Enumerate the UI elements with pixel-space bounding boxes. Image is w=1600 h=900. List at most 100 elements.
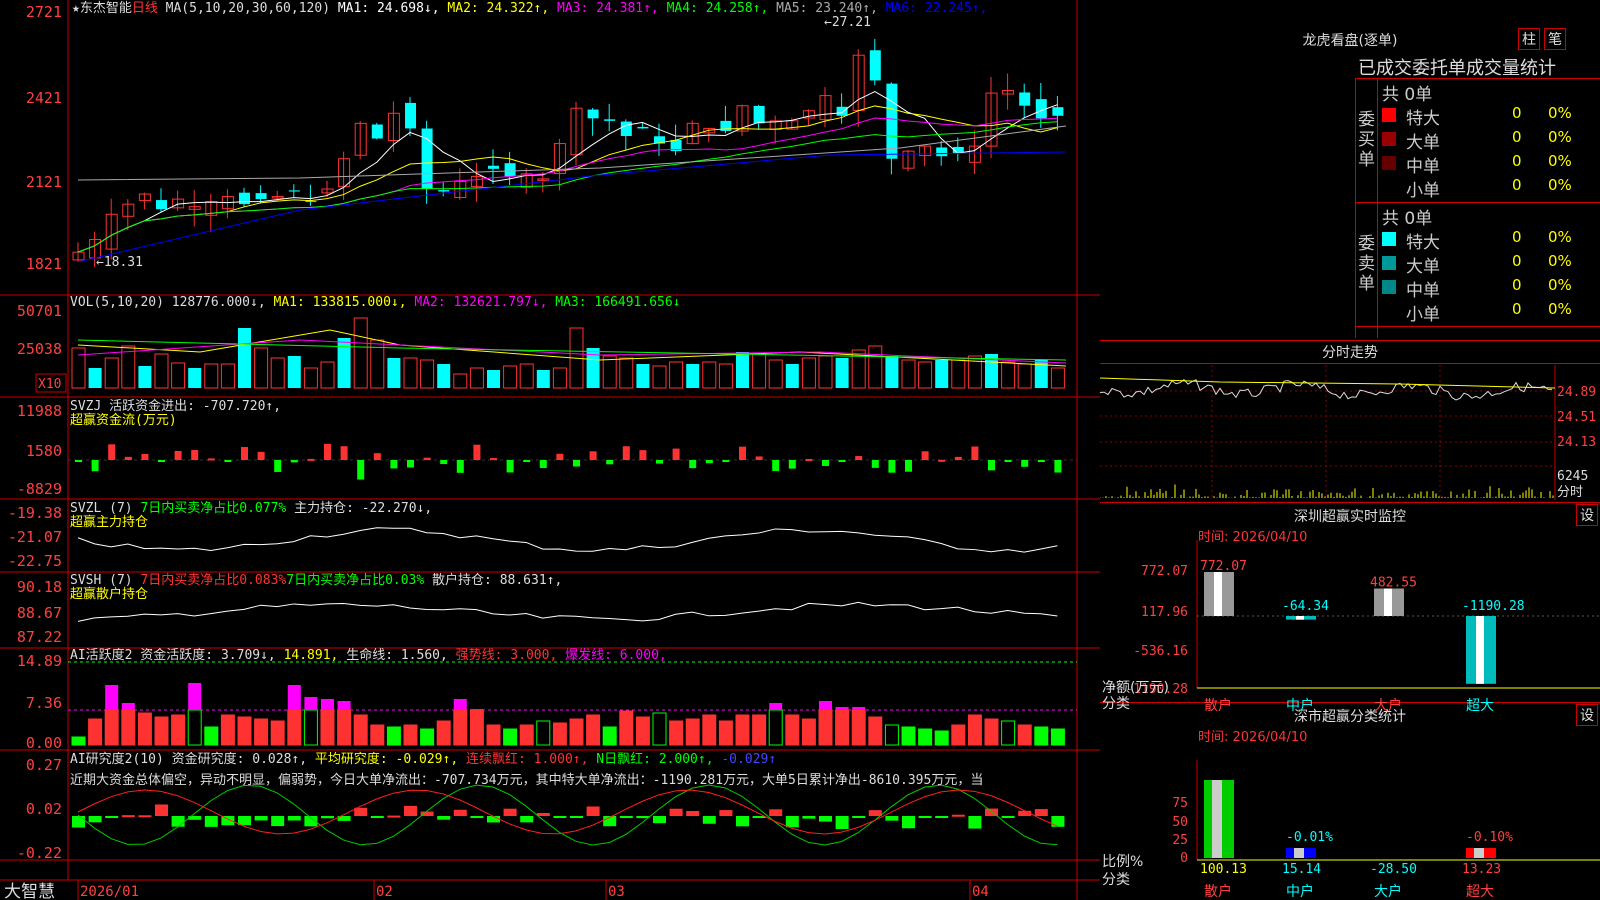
- buy-row-pct: 0%: [1548, 152, 1572, 170]
- price-axis-label: 1821: [26, 255, 62, 273]
- flow-bar: [191, 450, 199, 460]
- activity-bar: [918, 728, 933, 746]
- classify-settings-button[interactable]: 设: [1576, 704, 1598, 726]
- vol-bar-up: [453, 373, 468, 389]
- activity-bar: [735, 714, 750, 746]
- activity-bar-top: [470, 709, 484, 710]
- vol-bar-down: [487, 370, 500, 388]
- buy-swatch: [1382, 132, 1396, 146]
- activity-bar: [934, 730, 949, 746]
- activity-bar-top: [819, 701, 832, 710]
- activity-bar: [71, 736, 86, 746]
- vol-bar-down: [636, 364, 650, 388]
- flow-bar: [1021, 460, 1029, 467]
- monitor-time: 时间: 2026/04/10: [1198, 530, 1308, 545]
- research-bar: [669, 808, 683, 816]
- vol-bar-up: [154, 353, 169, 389]
- classify-bar-value: 100.13: [1200, 862, 1247, 877]
- svzl-axis-label: -19.38: [8, 504, 62, 522]
- tick-mode-button[interactable]: 笔: [1544, 28, 1566, 50]
- activity-bar: [453, 709, 468, 746]
- vol-bar-up: [270, 357, 285, 389]
- vol-bar-up: [669, 361, 684, 389]
- activity-bar-top: [769, 703, 783, 710]
- vol-bar-up: [1017, 363, 1032, 389]
- activity-bar: [586, 714, 601, 746]
- bar-mode-button[interactable]: 柱: [1518, 28, 1540, 50]
- sell-row-label: 中单: [1406, 281, 1440, 301]
- flow-bar: [954, 456, 962, 460]
- app-logo: 大智慧: [4, 882, 55, 900]
- classify-bar-value: 13.23: [1462, 862, 1501, 877]
- vol-axis-label: 50701: [17, 302, 62, 320]
- classify-bar: [1286, 848, 1316, 858]
- activity-bar: [303, 709, 318, 746]
- vol-bar-up: [619, 357, 634, 389]
- research-bar: [155, 804, 168, 816]
- research-bar: [868, 810, 882, 816]
- vol-bar-down: [188, 368, 202, 388]
- candle-down: [156, 200, 167, 210]
- monitor-settings-button[interactable]: 设: [1576, 504, 1598, 526]
- flow-bar: [689, 460, 697, 469]
- activity-bar: [353, 714, 368, 746]
- vol-bar-down: [736, 352, 749, 388]
- sell-row-label: 小单: [1406, 305, 1440, 325]
- research-bar: [719, 810, 733, 816]
- activity-bar: [420, 728, 435, 746]
- flow-bar: [639, 450, 647, 460]
- monitor-bar-value: -64.34: [1282, 599, 1329, 614]
- vol-ma: [77, 329, 1067, 367]
- candle-down: [604, 119, 616, 121]
- vol-bar-up: [602, 355, 617, 389]
- activity-bar: [552, 722, 567, 746]
- research-bar: [287, 816, 301, 821]
- activity-bar: [1050, 728, 1065, 746]
- monitor-bar-value: -1190.28: [1462, 599, 1525, 614]
- vol-bar-down: [337, 338, 351, 388]
- research-bar: [470, 816, 484, 818]
- buy-row-label: 小单: [1406, 181, 1440, 201]
- vol-bar-up: [1001, 361, 1016, 389]
- flow-bar: [108, 444, 116, 460]
- research-bar: [437, 816, 451, 820]
- flow-bar: [324, 443, 331, 460]
- activity-bar: [287, 709, 302, 746]
- vol-bar-up: [702, 361, 717, 389]
- flow-bar: [75, 460, 82, 462]
- sell-row-label: 特大: [1406, 233, 1440, 253]
- buy-row-count: 0: [1512, 104, 1522, 122]
- activity-bar: [967, 714, 982, 746]
- monitor-bar-hl: [1296, 616, 1304, 620]
- activity-bar: [121, 709, 136, 746]
- flow-bar: [390, 460, 398, 469]
- vol-bar-up: [503, 365, 518, 389]
- vol-ma: [77, 339, 1067, 361]
- monitor-bar-hl: [1476, 616, 1484, 684]
- vol-bar-down: [935, 360, 949, 388]
- research-bar: [951, 814, 965, 817]
- research-bar: [835, 816, 849, 829]
- sell-row-count: 0: [1512, 252, 1522, 270]
- research-bar: [387, 815, 401, 818]
- svsh-axis-label: 90.18: [17, 578, 62, 596]
- research-bar: [702, 816, 716, 824]
- research-bar: [370, 816, 384, 818]
- candle-down: [936, 147, 948, 157]
- candle-down: [239, 192, 250, 205]
- main-chart-area[interactable]: ★东杰智能日线 MA(5,10,20,30,60,120) MA1: 24.69…: [0, 0, 1100, 900]
- flow-bar: [938, 459, 946, 462]
- dragon-tabs[interactable]: 已成交委托单成交量统计: [1358, 54, 1556, 80]
- activity-bar: [519, 724, 534, 746]
- svzl-axis-label: -21.07: [8, 528, 62, 546]
- flow-bar: [456, 460, 464, 473]
- buy-swatch: [1382, 156, 1396, 170]
- svsh-header: SVSH (7) 7日内买卖净占比0.083%7日内买卖净占比0.03% 散户持…: [70, 572, 562, 588]
- flow-bar: [357, 460, 365, 480]
- buy-swatch: [1382, 108, 1396, 122]
- activity-bar: [785, 714, 800, 746]
- classify-bar: [1204, 780, 1234, 858]
- flow-bar: [506, 460, 514, 473]
- ai1-header: AI活跃度2 资金活跃度: 3.709↓, 14.891, 生命线: 1.560…: [70, 647, 667, 663]
- flow-bar: [739, 446, 746, 460]
